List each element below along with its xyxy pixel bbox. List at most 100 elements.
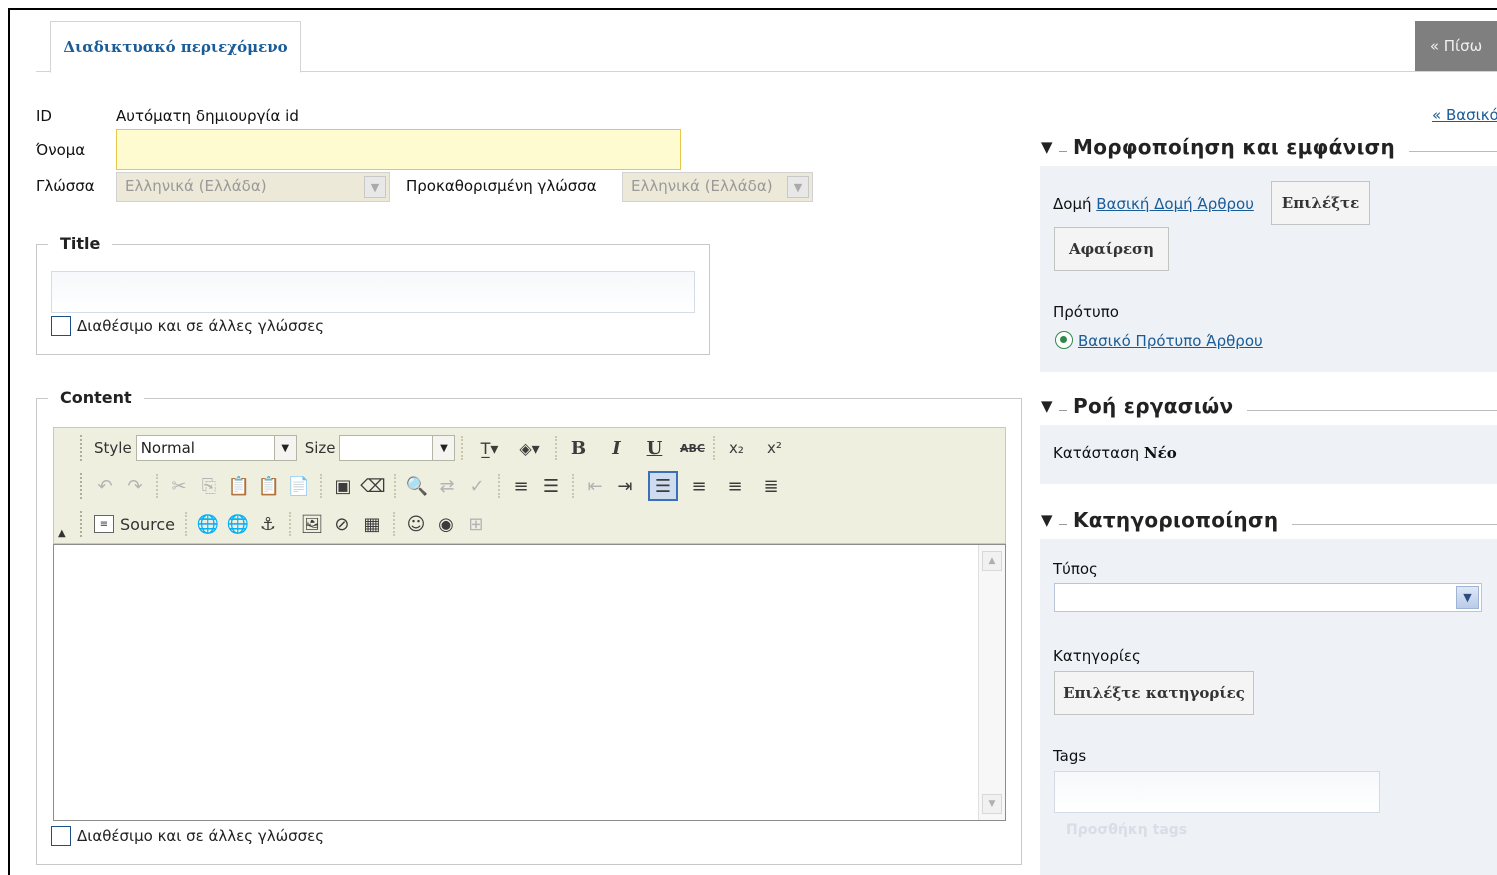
select-all-icon[interactable]: ▣ [328, 471, 358, 501]
collapse-triangle-icon[interactable]: ▼ [1041, 511, 1059, 529]
template-option[interactable]: Βασικό Πρότυπο Άρθρου [1055, 331, 1263, 350]
redo-icon[interactable]: ↷ [120, 471, 150, 501]
id-value: Αυτόματη δημιουργία id [116, 107, 299, 125]
text-color-icon[interactable]: T̲▾ [469, 433, 509, 463]
scroll-up-icon[interactable]: ▲ [982, 551, 1002, 571]
title-available-label: Διαθέσιμο και σε άλλες γλώσσες [77, 317, 325, 335]
subscript-button[interactable]: x₂ [721, 433, 751, 463]
toolbar-grip[interactable] [80, 511, 84, 537]
title-available-checkbox[interactable] [51, 316, 71, 336]
chevron-down-icon: ▼ [364, 176, 386, 198]
spellcheck-icon[interactable]: ✓ [462, 471, 492, 501]
structure-link[interactable]: Βασική Δομή Άρθρου [1096, 195, 1254, 213]
paste-icon[interactable]: 📋 [224, 471, 254, 501]
page-break-icon[interactable]: ⊞ [461, 509, 491, 539]
add-tags-button[interactable]: Προσθήκη tags [1066, 822, 1187, 838]
formatting-section-title: Μορφοποίηση και εμφάνιση [1073, 135, 1396, 159]
template-label: Πρότυπο [1053, 303, 1119, 321]
window-frame-top [8, 8, 1497, 10]
tab-web-content[interactable]: Διαδικτυακό περιεχόμενο [50, 21, 301, 73]
remove-format-icon[interactable]: ⌫ [358, 471, 388, 501]
select-structure-button[interactable]: Επιλέξτε [1271, 181, 1370, 225]
formatting-section-header[interactable]: ▼ Μορφοποίηση και εμφάνιση [1041, 135, 1497, 159]
find-icon[interactable]: 🔍 [402, 471, 432, 501]
copy-icon[interactable]: ⎘ [194, 471, 224, 501]
cut-icon[interactable]: ✂ [164, 471, 194, 501]
editor-content-area[interactable]: ▲ ▼ [53, 544, 1006, 821]
replace-icon[interactable]: ⇄ [432, 471, 462, 501]
workflow-section-header[interactable]: ▼ Ροή εργασιών [1041, 394, 1497, 418]
type-select[interactable]: ▼ [1054, 583, 1482, 612]
toolbar-separator [394, 474, 396, 498]
toolbar-collapse-icon[interactable]: ▲ [58, 528, 66, 539]
underline-button[interactable]: U [639, 433, 669, 463]
template-link[interactable]: Βασικό Πρότυπο Άρθρου [1078, 332, 1263, 350]
toolbar-grip[interactable] [80, 435, 84, 461]
remove-button[interactable]: Αφαίρεση [1054, 227, 1169, 271]
title-input[interactable] [51, 271, 695, 313]
status-value: Νέο [1143, 444, 1177, 462]
editor-toolbar: Style Normal ▼ Size ▼ T̲▾ ◈▾ B I U ABC x… [53, 427, 1006, 544]
toolbar-separator [320, 474, 322, 498]
anchor-icon[interactable]: ⚓ [253, 509, 283, 539]
flash-icon[interactable]: ⊘ [327, 509, 357, 539]
toolbar-grip[interactable] [80, 473, 84, 499]
smiley-icon[interactable]: ☺ [401, 509, 431, 539]
language-select-value: Ελληνικά (Ελλάδα) [125, 177, 267, 195]
editor-scrollbar[interactable]: ▲ ▼ [978, 545, 1005, 820]
title-legend: Title [48, 234, 113, 253]
collapse-triangle-icon[interactable]: ▼ [1041, 138, 1059, 156]
source-button[interactable]: ≡ Source [94, 515, 175, 534]
header-dash [1059, 409, 1067, 411]
background-color-icon[interactable]: ◈▾ [509, 433, 549, 463]
style-value: Normal [140, 439, 195, 457]
strikethrough-button[interactable]: ABC [677, 433, 707, 463]
toolbar-row-3: ≡ Source 🌐 🌐 ⚓ 🖼 ⊘ ▦ ☺ ◉ ⊞ [80, 506, 491, 542]
select-categories-button[interactable]: Επιλέξτε κατηγορίες [1054, 671, 1254, 715]
tags-input[interactable] [1054, 771, 1380, 813]
numbered-list-icon[interactable]: ≡ [506, 471, 536, 501]
link-icon[interactable]: 🌐 [193, 509, 223, 539]
back-button[interactable]: « Πίσω [1415, 21, 1497, 71]
content-legend: Content [48, 388, 144, 407]
align-justify-icon[interactable]: ≣ [756, 471, 786, 501]
superscript-button[interactable]: x² [759, 433, 789, 463]
source-label: Source [120, 514, 175, 534]
indent-icon[interactable]: ⇥ [610, 471, 640, 501]
size-label: Size [304, 439, 336, 457]
image-icon[interactable]: 🖼 [297, 509, 327, 539]
italic-button[interactable]: I [601, 433, 631, 463]
align-right-icon[interactable]: ≡ [720, 471, 750, 501]
bulleted-list-icon[interactable]: ☰ [536, 471, 566, 501]
unlink-icon[interactable]: 🌐 [223, 509, 253, 539]
outdent-icon[interactable]: ⇤ [580, 471, 610, 501]
toolbar-separator [713, 436, 716, 460]
content-available-option[interactable]: Διαθέσιμο και σε άλλες γλώσσες [51, 826, 324, 846]
undo-icon[interactable]: ↶ [90, 471, 120, 501]
basic-link[interactable]: « Βασικό [1432, 106, 1497, 124]
title-available-option[interactable]: Διαθέσιμο και σε άλλες γλώσσες [51, 316, 324, 336]
id-label: ID [36, 107, 52, 125]
name-input[interactable] [116, 129, 681, 170]
scroll-down-icon[interactable]: ▼ [982, 794, 1002, 814]
header-rule [1409, 150, 1497, 152]
bold-button[interactable]: B [563, 433, 593, 463]
size-combo[interactable]: ▼ [339, 435, 456, 461]
align-left-icon[interactable]: ☰ [648, 471, 678, 501]
content-available-checkbox[interactable] [51, 826, 71, 846]
categorization-section-header[interactable]: ▼ Κατηγοριοποίηση [1041, 508, 1497, 532]
header-dash [1059, 523, 1067, 525]
toolbar-row-1: Style Normal ▼ Size ▼ T̲▾ ◈▾ B I U ABC x… [80, 430, 789, 466]
table-icon[interactable]: ▦ [357, 509, 387, 539]
style-combo[interactable]: Normal ▼ [135, 435, 297, 461]
special-char-icon[interactable]: ◉ [431, 509, 461, 539]
collapse-triangle-icon[interactable]: ▼ [1041, 397, 1059, 415]
toolbar-separator [498, 474, 500, 498]
tags-label: Tags [1053, 747, 1087, 765]
radio-selected-icon[interactable] [1055, 331, 1073, 349]
align-center-icon[interactable]: ≡ [684, 471, 714, 501]
paste-text-icon[interactable]: 📋 [254, 471, 284, 501]
type-label: Τύπος [1053, 560, 1098, 578]
structure-label: Δομή [1053, 195, 1092, 213]
paste-word-icon[interactable]: 📄 [284, 471, 314, 501]
